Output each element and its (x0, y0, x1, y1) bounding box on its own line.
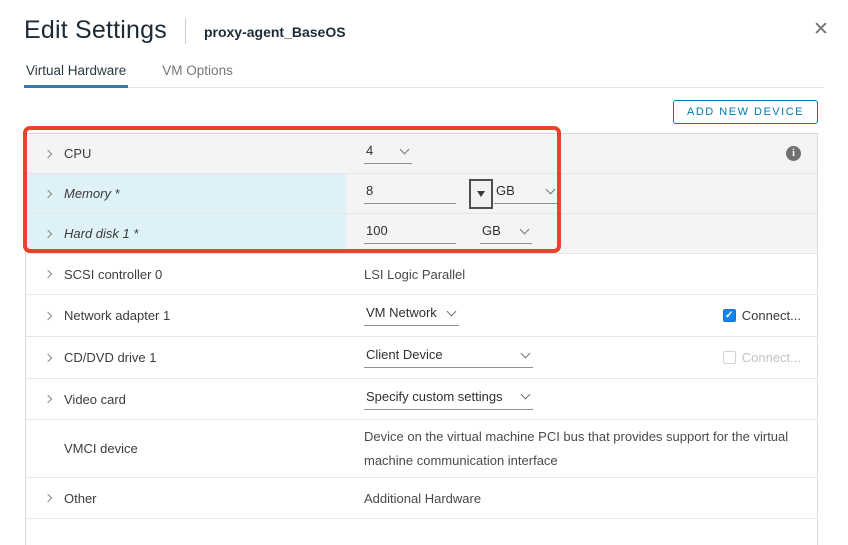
expand-chevron-icon[interactable] (44, 494, 52, 502)
cpu-label-cell: CPU (26, 134, 346, 173)
network-select[interactable]: VM Network (364, 305, 459, 326)
cpu-row-right: i (697, 146, 817, 161)
cpu-count-select[interactable]: 4 (364, 143, 412, 164)
expand-chevron-icon[interactable] (44, 229, 52, 237)
active-tab-underline (24, 85, 128, 88)
expand-chevron-icon[interactable] (44, 353, 52, 361)
video-label: Video card (64, 392, 126, 407)
cpu-value-cell: 4 (346, 134, 697, 173)
hard-disk-unit-value: GB (482, 223, 501, 238)
memory-label: Memory * (64, 186, 120, 201)
network-connect-label: Connect... (742, 308, 801, 323)
other-label: Other (64, 491, 97, 506)
edit-settings-dialog: Edit Settings proxy-agent_BaseOS ✕ Virtu… (0, 0, 848, 545)
tab-vm-options-label: VM Options (162, 63, 233, 78)
video-select[interactable]: Specify custom settings (364, 389, 533, 410)
chevron-down-icon (447, 306, 457, 316)
info-icon[interactable]: i (786, 146, 801, 161)
memory-stepper-button[interactable] (469, 179, 493, 209)
cddvd-connect-checkbox[interactable] (723, 351, 736, 364)
cddvd-select[interactable]: Client Device (364, 347, 533, 368)
hard-disk-value-cell: GB (346, 214, 817, 253)
vmci-label-cell: VMCI device (26, 420, 346, 477)
chevron-down-icon (546, 184, 556, 194)
tab-vm-options[interactable]: VM Options (160, 63, 235, 87)
scsi-label: SCSI controller 0 (64, 267, 162, 282)
dialog-title: Edit Settings (24, 16, 167, 45)
other-value: Additional Hardware (364, 491, 481, 506)
network-value-cell: VM Network (346, 295, 697, 336)
tab-virtual-hardware-label: Virtual Hardware (26, 63, 126, 78)
cddvd-label: CD/DVD drive 1 (64, 350, 156, 365)
expand-chevron-icon[interactable] (44, 311, 52, 319)
cddvd-label-cell: CD/DVD drive 1 (26, 337, 346, 378)
other-label-cell: Other (26, 478, 346, 518)
network-row-right: ✓ Connect... (697, 308, 817, 323)
title-divider (185, 18, 186, 44)
dialog-header: Edit Settings proxy-agent_BaseOS (0, 0, 848, 45)
cddvd-row-right: Connect... (697, 350, 817, 365)
hard-disk-label: Hard disk 1 * (64, 226, 138, 241)
scsi-value: LSI Logic Parallel (364, 267, 465, 282)
memory-label-cell: Memory * (26, 174, 346, 213)
network-label: Network adapter 1 (64, 308, 170, 323)
other-value-cell: Additional Hardware (346, 478, 817, 518)
table-row-scsi-controller: SCSI controller 0 LSI Logic Parallel (26, 254, 817, 295)
memory-size-input[interactable] (364, 183, 456, 204)
tab-virtual-hardware[interactable]: Virtual Hardware (24, 63, 128, 87)
table-row-other: Other Additional Hardware (26, 478, 817, 519)
stepper-down-icon (477, 191, 485, 197)
memory-unit-select[interactable]: GB (494, 183, 558, 204)
table-row-hard-disk: Hard disk 1 * GB (26, 214, 817, 254)
virtual-hardware-table: CPU 4 i Memory * GB (25, 133, 818, 545)
vmci-value-cell: Device on the virtual machine PCI bus th… (346, 420, 817, 477)
chevron-down-icon (400, 144, 410, 154)
expand-chevron-icon[interactable] (44, 395, 52, 403)
chevron-down-icon (520, 224, 530, 234)
add-new-device-button[interactable]: ADD NEW DEVICE (673, 100, 818, 124)
scsi-label-cell: SCSI controller 0 (26, 254, 346, 294)
hard-disk-unit-select[interactable]: GB (480, 223, 532, 244)
table-row-cddvd-drive: CD/DVD drive 1 Client Device Connect... (26, 337, 817, 379)
table-row-video-card: Video card Specify custom settings (26, 379, 817, 420)
chevron-down-icon (521, 348, 531, 358)
cpu-count-value: 4 (366, 143, 373, 158)
chevron-down-icon (521, 390, 531, 400)
cddvd-value-cell: Client Device (346, 337, 697, 378)
toolbar: ADD NEW DEVICE (0, 100, 818, 124)
hard-disk-label-cell: Hard disk 1 * (26, 214, 346, 253)
table-row-network-adapter: Network adapter 1 VM Network ✓ Connect..… (26, 295, 817, 337)
scsi-value-cell: LSI Logic Parallel (346, 254, 817, 294)
vmci-label: VMCI device (64, 441, 138, 456)
expand-chevron-icon[interactable] (44, 149, 52, 157)
network-label-cell: Network adapter 1 (26, 295, 346, 336)
close-icon[interactable]: ✕ (810, 18, 832, 40)
table-row-cpu: CPU 4 i (26, 134, 817, 174)
vmci-description: Device on the virtual machine PCI bus th… (364, 417, 809, 481)
hard-disk-size-input[interactable] (364, 223, 456, 244)
table-row-memory: Memory * GB (26, 174, 817, 214)
cddvd-select-value: Client Device (366, 347, 443, 362)
vm-name: proxy-agent_BaseOS (204, 24, 346, 40)
video-value-cell: Specify custom settings (346, 379, 817, 419)
memory-value-cell: GB (346, 174, 817, 213)
tab-bar: Virtual Hardware VM Options (24, 63, 824, 88)
cpu-label: CPU (64, 146, 91, 161)
expand-chevron-icon[interactable] (44, 270, 52, 278)
table-row-vmci-device: VMCI device Device on the virtual machin… (26, 420, 817, 478)
video-select-value: Specify custom settings (366, 389, 503, 404)
expand-chevron-icon[interactable] (44, 189, 52, 197)
network-select-value: VM Network (366, 305, 437, 320)
video-label-cell: Video card (26, 379, 346, 419)
memory-unit-value: GB (496, 183, 515, 198)
network-connect-checkbox[interactable]: ✓ (723, 309, 736, 322)
cddvd-connect-label: Connect... (742, 350, 801, 365)
